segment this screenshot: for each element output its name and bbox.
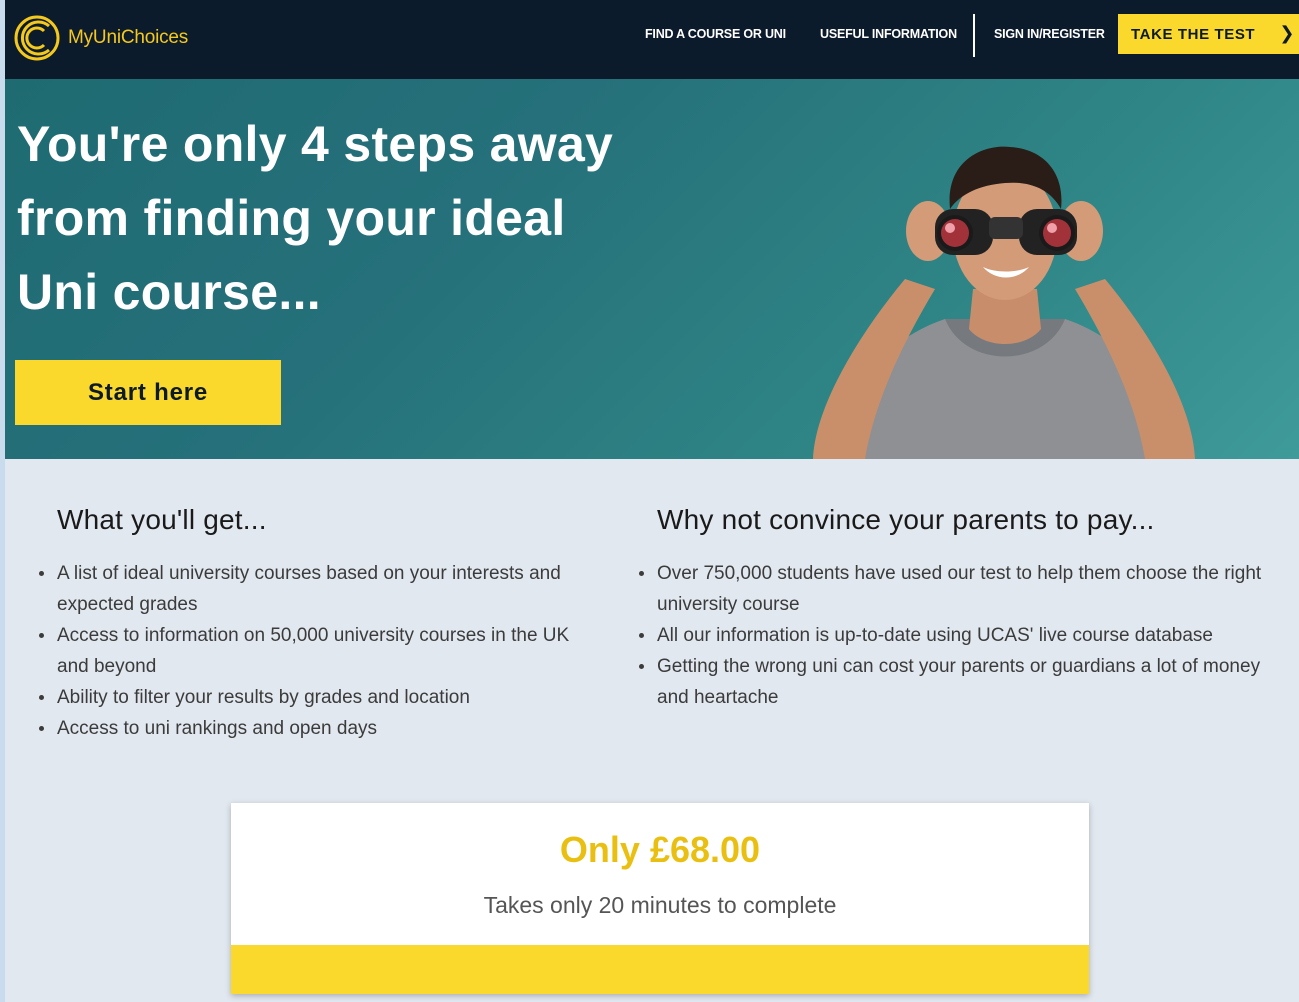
pricing-card: Only £68.00 Takes only 20 minutes to com…: [231, 803, 1089, 994]
list-item: A list of ideal university courses based…: [35, 558, 595, 620]
list-item: Access to information on 50,000 universi…: [35, 620, 595, 682]
price-label: Only £68.00: [559, 829, 761, 870]
pricing-card-action-bar[interactable]: [231, 945, 1089, 994]
duration-label: Takes only 20 minutes to complete: [483, 892, 837, 918]
nav-find-course[interactable]: FIND A COURSE OR UNI: [645, 27, 786, 41]
take-the-test-label: TAKE THE TEST: [1131, 25, 1256, 43]
chevron-right-icon: ❯: [1279, 23, 1295, 43]
man-with-binoculars-image: [813, 146, 1195, 459]
top-navigation: MyUniChoices FIND A COURSE OR UNI USEFUL…: [5, 0, 1299, 79]
benefits-list: A list of ideal university courses based…: [35, 558, 595, 744]
parents-section: Why not convince your parents to pay... …: [635, 504, 1265, 713]
logo-icon: [14, 15, 60, 61]
list-item: Ability to filter your results by grades…: [35, 682, 595, 713]
hero-title-line: from finding your ideal: [17, 190, 566, 246]
benefits-title: What you'll get...: [57, 504, 267, 535]
list-item: Access to uni rankings and open days: [35, 713, 595, 744]
nav-divider: [973, 14, 975, 57]
start-here-button[interactable]: Start here: [15, 360, 281, 425]
benefits-section: What you'll get... A list of ideal unive…: [35, 504, 595, 744]
take-the-test-button[interactable]: TAKE THE TEST ❯: [1118, 14, 1299, 54]
page: MyUniChoices FIND A COURSE OR UNI USEFUL…: [5, 0, 1299, 1002]
list-item: Over 750,000 students have used our test…: [635, 558, 1265, 620]
hero-title-line: Uni course...: [17, 264, 321, 320]
list-item: Getting the wrong uni can cost your pare…: [635, 651, 1265, 713]
list-item: All our information is up-to-date using …: [635, 620, 1265, 651]
logo[interactable]: MyUniChoices: [14, 12, 188, 64]
parents-title: Why not convince your parents to pay...: [657, 504, 1155, 535]
hero-banner: You're only 4 steps away from finding yo…: [5, 79, 1299, 459]
logo-text: MyUniChoices: [68, 27, 189, 48]
hero-title-line: You're only 4 steps away: [17, 116, 614, 172]
nav-sign-in-register[interactable]: SIGN IN/REGISTER: [994, 27, 1105, 41]
parents-list: Over 750,000 students have used our test…: [635, 558, 1265, 713]
nav-useful-information[interactable]: USEFUL INFORMATION: [820, 27, 957, 41]
hero-title: You're only 4 steps away from finding yo…: [17, 107, 617, 329]
